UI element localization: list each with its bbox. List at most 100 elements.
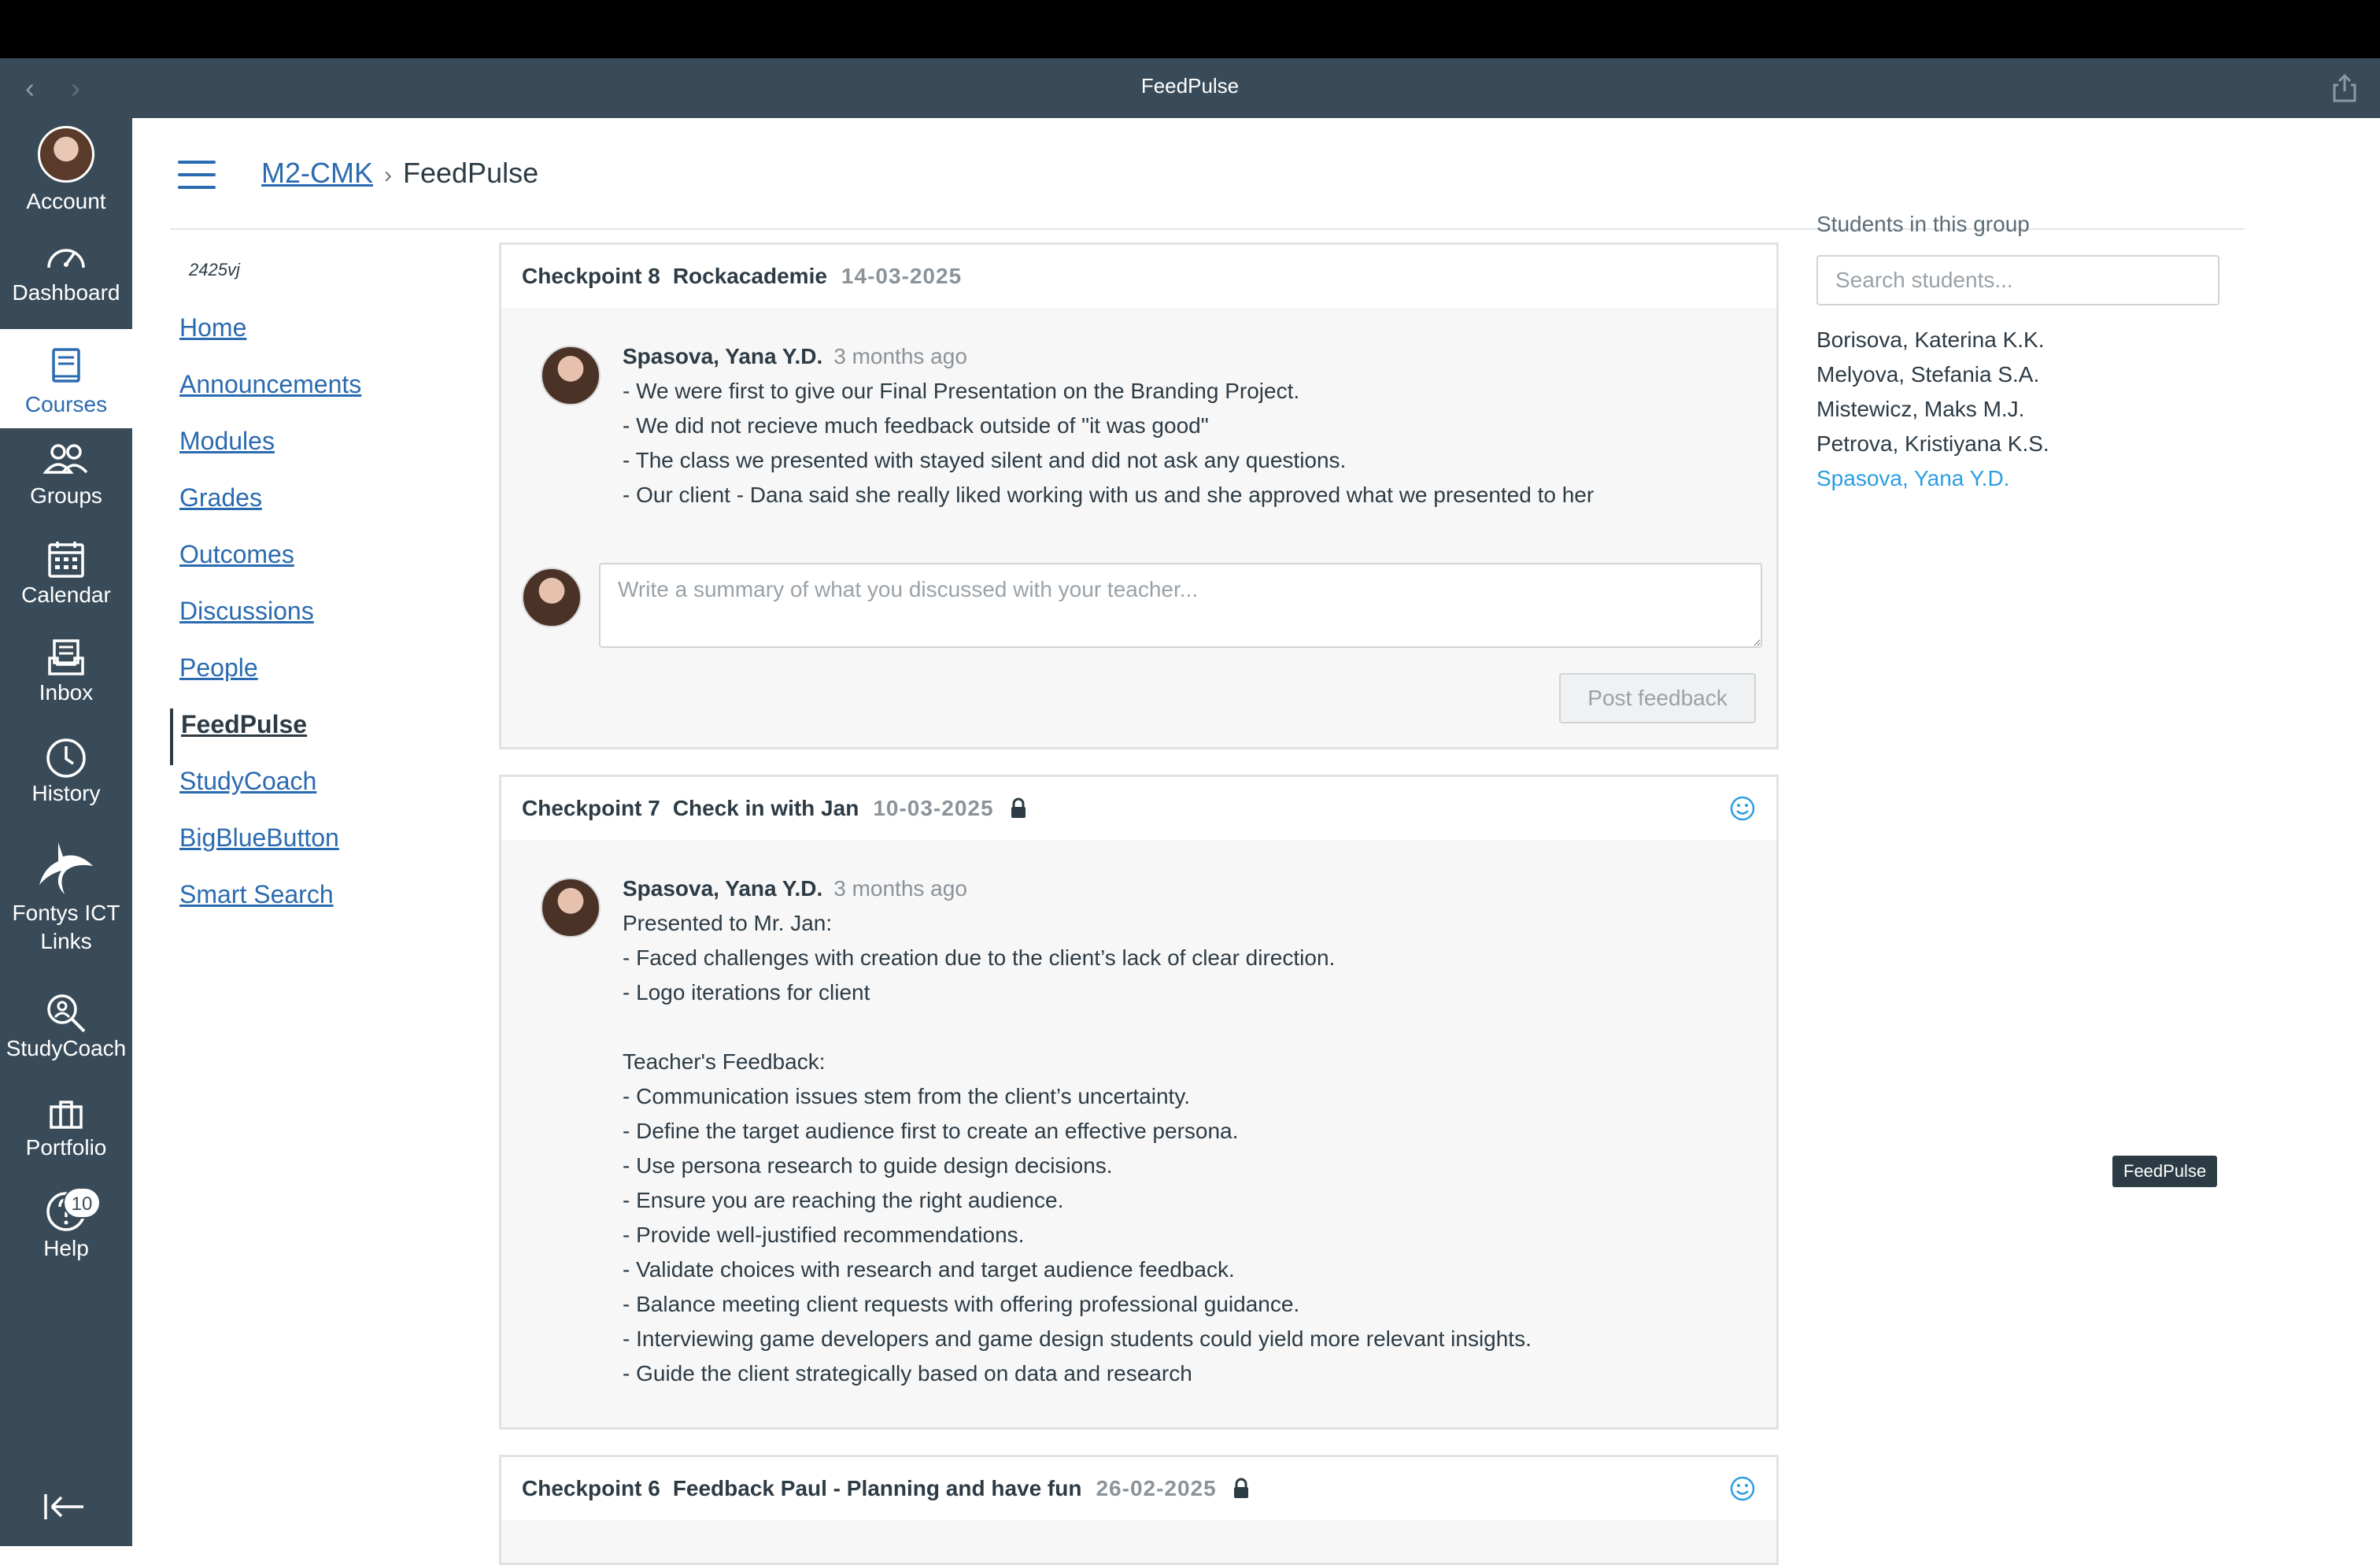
feedback-entry: Spasova, Yana Y.D. 3 months ago Presented… [501, 840, 1776, 1391]
global-nav-label: Help [43, 1236, 89, 1260]
feedback-summary-input[interactable] [599, 563, 1762, 648]
feedback-line: - Guide the client strategically based o… [623, 1361, 1192, 1386]
checkpoint-name: Feedback Paul - Planning and have fun [672, 1476, 1082, 1500]
global-nav-portfolio[interactable]: Portfolio [0, 1097, 132, 1192]
feedback-line: - We did not recieve much feedback outsi… [623, 413, 1209, 438]
smiley-icon[interactable] [1729, 795, 1756, 822]
global-nav-label: History [31, 781, 101, 805]
studycoach-icon [47, 994, 86, 1033]
course-code: 2425vj [189, 260, 240, 279]
global-nav-inbox[interactable]: Inbox [0, 638, 132, 732]
reply-form: Post feedback [501, 512, 1776, 723]
global-nav-label: Courses [24, 392, 108, 416]
feedback-line: - We were first to give our Final Presen… [623, 379, 1300, 403]
global-nav-dashboard[interactable]: Dashboard [0, 238, 132, 332]
avatar [522, 568, 582, 627]
avatar [541, 346, 601, 405]
breadcrumb-course-link[interactable]: M2-CMK [261, 157, 373, 189]
feedback-line [623, 1010, 1776, 1045]
global-nav-label: StudyCoach [6, 1036, 127, 1060]
feedback-line: - Interviewing game developers and game … [623, 1326, 1532, 1351]
browser-title-bar: ‹ › FeedPulse [0, 58, 2380, 118]
global-nav-groups[interactable]: Groups [0, 441, 132, 535]
feedback-line: - Logo iterations for client [623, 980, 870, 1004]
global-nav-studycoach[interactable]: StudyCoach [0, 992, 132, 1086]
search-students-input[interactable] [1816, 255, 2219, 305]
lock-icon [1233, 1478, 1248, 1498]
global-nav-fontys-links[interactable]: Fontys ICT Links [0, 839, 132, 973]
checkpoint-header: Checkpoint 7 Check in with Jan 10-03-202… [501, 777, 1776, 840]
post-feedback-button[interactable]: Post feedback [1559, 673, 1756, 723]
feedback-line: - Balance meeting client requests with o… [623, 1292, 1300, 1316]
breadcrumb-separator: › [384, 162, 392, 188]
student-item[interactable]: Petrova, Kristiyana K.S. [1816, 427, 2226, 461]
course-nav-announcements[interactable]: Announcements [170, 368, 469, 425]
global-nav-label: Dashboard [12, 280, 120, 305]
global-nav-label: Fontys ICT Links [12, 901, 120, 953]
window-title: FeedPulse [1140, 74, 1240, 98]
courses-icon [52, 348, 80, 383]
checkpoint-number: Checkpoint 7 [522, 796, 660, 820]
global-nav-account[interactable]: Account [0, 126, 132, 220]
checkpoint-card: Checkpoint 8 Rockacademie 14-03-2025 Spa… [499, 242, 1779, 749]
course-nav-modules[interactable]: Modules [170, 425, 469, 482]
top-black-bar [0, 0, 2380, 58]
course-nav-home[interactable]: Home [170, 312, 469, 368]
global-nav-label: Groups [30, 483, 102, 508]
feedpulse-tooltip: FeedPulse [2112, 1156, 2218, 1187]
students-panel: Students in this group Borisova, Katerin… [1816, 213, 2226, 496]
student-item[interactable]: Mistewicz, Maks M.J. [1816, 392, 2226, 427]
smiley-icon[interactable] [1729, 1475, 1756, 1502]
feedback-line: - Ensure you are reaching the right audi… [623, 1188, 1064, 1212]
groups-icon [42, 444, 88, 474]
global-nav-label: Portfolio [25, 1135, 107, 1160]
feedback-author: Spasova, Yana Y.D. [623, 344, 823, 368]
global-nav-label: Inbox [39, 680, 94, 705]
checkpoint-number: Checkpoint 6 [522, 1476, 660, 1500]
checkpoint-date: 10-03-2025 [873, 796, 994, 820]
student-item-current[interactable]: Spasova, Yana Y.D. [1816, 461, 2226, 496]
avatar [38, 126, 94, 183]
course-nav-smart-search[interactable]: Smart Search [170, 879, 469, 935]
collapse-nav-icon[interactable] [42, 1491, 87, 1522]
global-nav-help[interactable]: 10 Help [0, 1187, 132, 1300]
checkpoint-number: Checkpoint 8 [522, 264, 660, 288]
checkpoint-card: Checkpoint 6 Feedback Paul - Planning an… [499, 1455, 1779, 1565]
checkpoint-header: Checkpoint 6 Feedback Paul - Planning an… [501, 1457, 1776, 1520]
feedback-line: Teacher's Feedback: [623, 1049, 826, 1074]
feedback-line: - Use persona research to guide design d… [623, 1153, 1113, 1178]
students-list: Borisova, Katerina K.K. Melyova, Stefani… [1816, 323, 2226, 496]
checkpoint-card: Checkpoint 7 Check in with Jan 10-03-202… [499, 775, 1779, 1430]
course-nav-bigbluebutton[interactable]: BigBlueButton [170, 822, 469, 879]
portfolio-icon [50, 1101, 83, 1129]
course-nav-outcomes[interactable]: Outcomes [170, 538, 469, 595]
course-nav: 2425vj Home Announcements Modules Grades… [170, 260, 469, 935]
lock-icon [1011, 797, 1026, 818]
global-nav-label: Account [26, 189, 106, 213]
feedback-line: - Communication issues stem from the cli… [623, 1084, 1191, 1108]
feedback-line: - Faced challenges with creation due to … [623, 945, 1336, 970]
help-badge: 10 [63, 1187, 101, 1219]
checkpoint-name: Rockacademie [672, 264, 827, 288]
feedback-author-line: Spasova, Yana Y.D. 3 months ago [623, 339, 1776, 374]
global-nav-history[interactable]: History [0, 737, 132, 831]
breadcrumb-current: FeedPulse [403, 157, 539, 189]
feedback-time: 3 months ago [833, 876, 967, 901]
students-heading: Students in this group [1816, 213, 2030, 236]
checkpoint-header: Checkpoint 8 Rockacademie 14-03-2025 [501, 245, 1776, 308]
checkpoint-date: 14-03-2025 [841, 264, 963, 288]
feedback-author: Spasova, Yana Y.D. [623, 876, 823, 901]
course-nav-grades[interactable]: Grades [170, 482, 469, 538]
share-icon[interactable] [2331, 72, 2358, 104]
global-nav-calendar[interactable]: Calendar [0, 538, 132, 633]
feedback-time: 3 months ago [833, 344, 967, 368]
course-nav-people[interactable]: People [170, 652, 469, 709]
hamburger-menu-icon[interactable] [178, 161, 216, 189]
student-item[interactable]: Borisova, Katerina K.K. [1816, 323, 2226, 357]
global-nav-courses[interactable]: Courses [0, 329, 132, 428]
course-nav-feedpulse[interactable]: FeedPulse [170, 709, 469, 765]
student-item[interactable]: Melyova, Stefania S.A. [1816, 357, 2226, 392]
course-nav-discussions[interactable]: Discussions [170, 595, 469, 652]
breadcrumb: M2-CMK › FeedPulse [261, 154, 538, 194]
course-nav-studycoach[interactable]: StudyCoach [170, 765, 469, 822]
